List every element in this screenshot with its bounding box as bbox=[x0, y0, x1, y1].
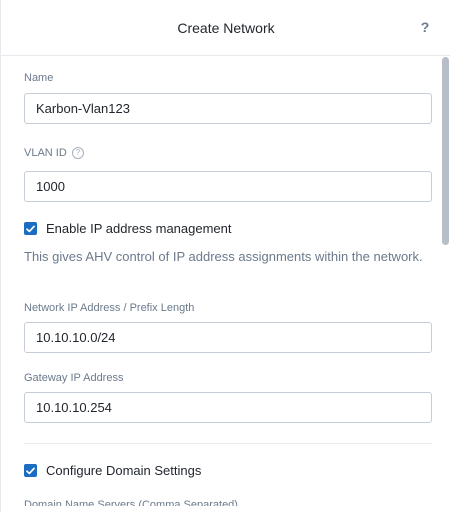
checkmark-icon bbox=[26, 225, 35, 232]
name-input[interactable] bbox=[24, 93, 432, 124]
name-label: Name bbox=[24, 72, 54, 84]
scrollbar-thumb[interactable] bbox=[442, 57, 449, 245]
enable-ipam-checkbox-row[interactable]: Enable IP address management bbox=[24, 221, 232, 236]
ipam-description: This gives AHV control of IP address ass… bbox=[24, 249, 423, 264]
enable-ipam-label: Enable IP address management bbox=[46, 221, 232, 236]
create-network-dialog: Create Network ? Name VLAN ID ? Enable I… bbox=[0, 0, 450, 512]
network-ip-label: Network IP Address / Prefix Length bbox=[24, 302, 195, 314]
dialog-title: Create Network bbox=[177, 19, 275, 36]
help-icon[interactable]: ? bbox=[418, 19, 432, 37]
checkmark-icon bbox=[26, 467, 35, 474]
vlan-id-input[interactable] bbox=[24, 171, 432, 202]
vlan-id-label-text: VLAN ID bbox=[24, 147, 67, 159]
info-icon[interactable]: ? bbox=[71, 147, 84, 159]
enable-ipam-checkbox[interactable] bbox=[24, 222, 37, 235]
domain-settings-checkbox[interactable] bbox=[24, 464, 37, 477]
dns-servers-label: Domain Name Servers (Comma Separated) bbox=[24, 499, 238, 511]
domain-settings-checkbox-row[interactable]: Configure Domain Settings bbox=[24, 463, 201, 478]
domain-settings-label: Configure Domain Settings bbox=[46, 463, 202, 478]
dialog-header: Create Network ? bbox=[1, 0, 450, 56]
gateway-ip-input[interactable] bbox=[24, 392, 432, 423]
section-divider bbox=[24, 443, 432, 444]
dialog-body: Name VLAN ID ? Enable IP address managem… bbox=[1, 57, 450, 512]
gateway-ip-label: Gateway IP Address bbox=[24, 372, 124, 384]
vlan-id-label: VLAN ID ? bbox=[24, 147, 84, 159]
network-ip-input[interactable] bbox=[24, 322, 432, 353]
